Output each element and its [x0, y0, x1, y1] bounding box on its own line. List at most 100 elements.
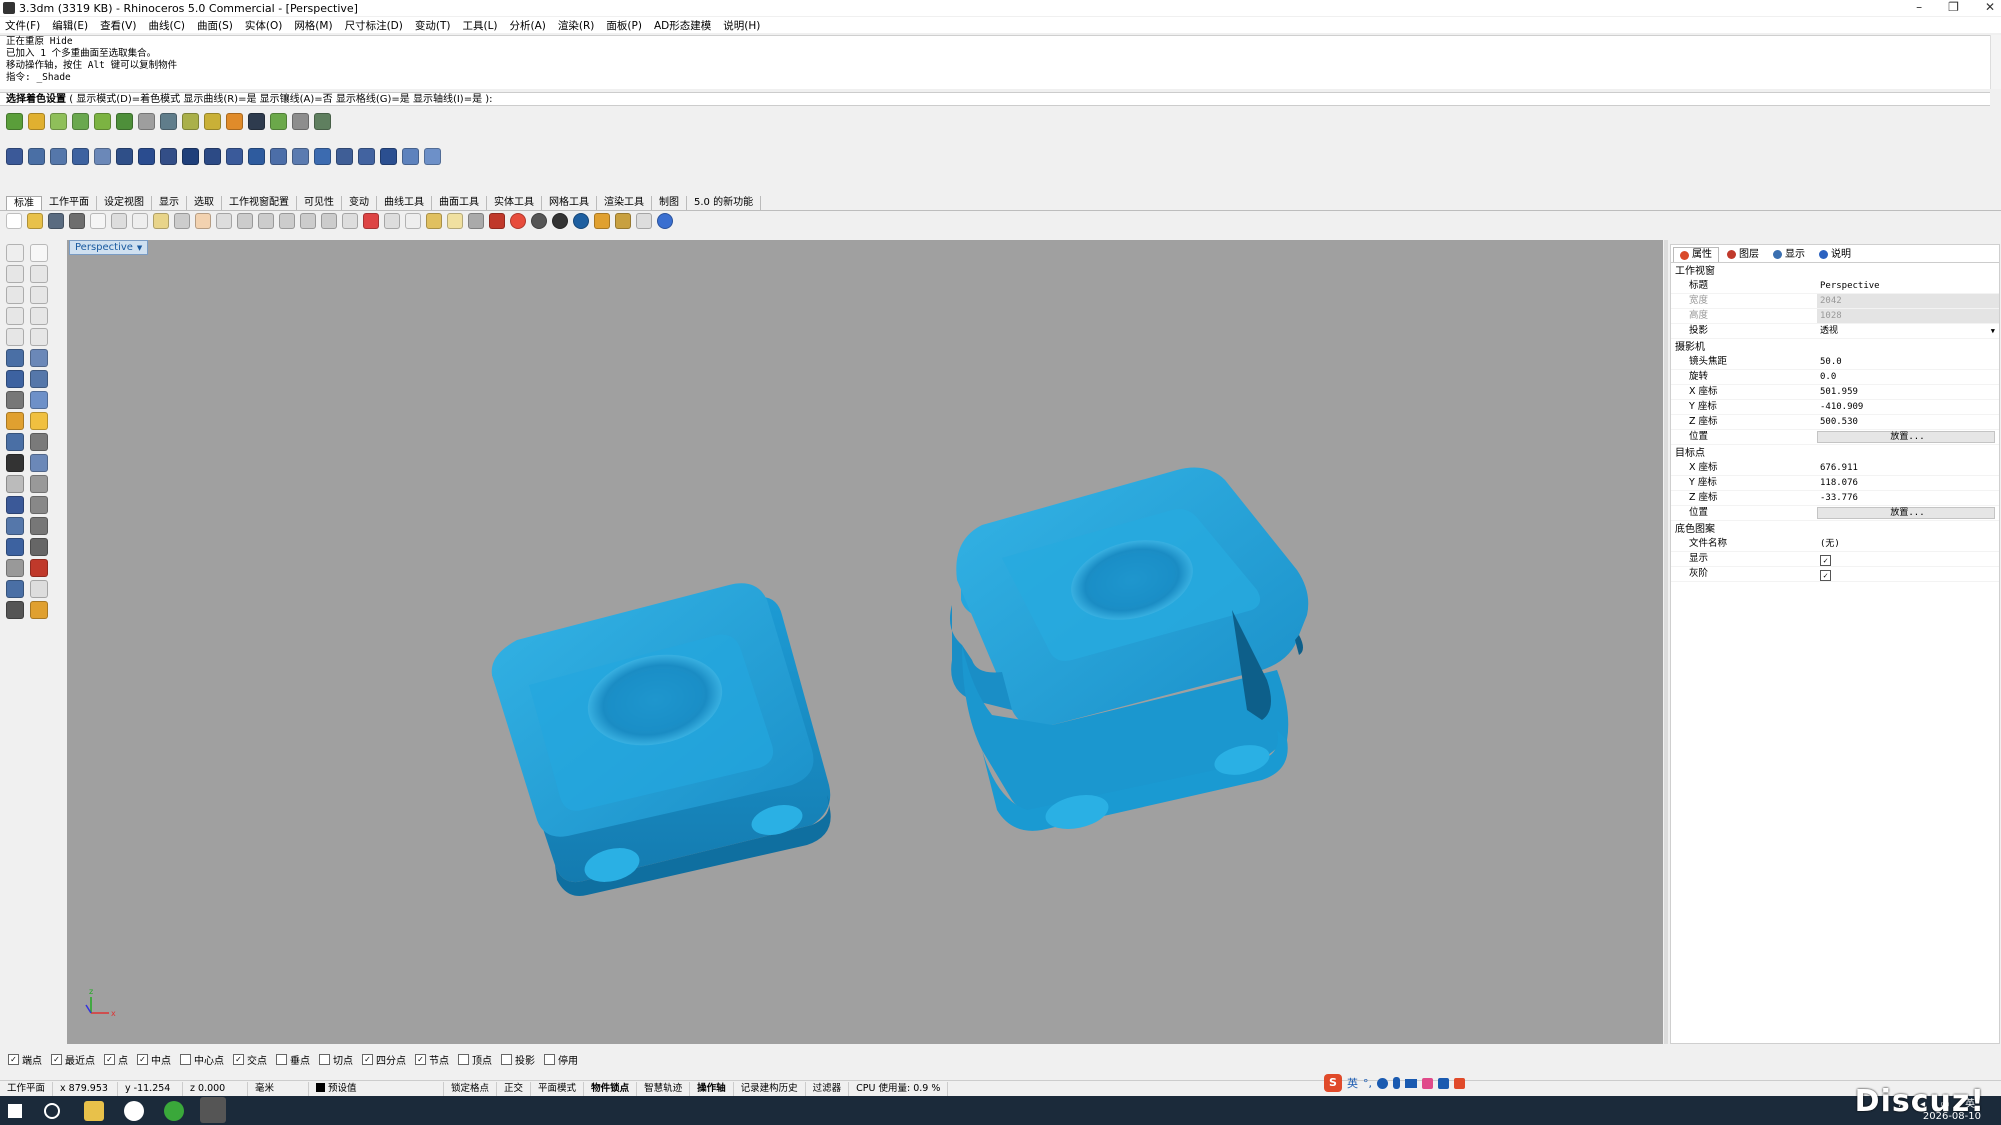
array-icon[interactable]: [6, 517, 24, 535]
tab-help-panel[interactable]: 说明: [1813, 247, 1857, 262]
menu-render[interactable]: 渲染(R): [558, 18, 595, 33]
project-icon[interactable]: [30, 475, 48, 493]
osnap-option[interactable]: ✓ 四分点: [362, 1052, 406, 1067]
tool-icon[interactable]: [72, 113, 89, 130]
move-view-icon[interactable]: [216, 213, 232, 229]
camera-x-field[interactable]: 501.959: [1817, 385, 1999, 399]
grid-icon[interactable]: [6, 559, 24, 577]
osnap-checkbox[interactable]: ✓: [8, 1053, 19, 1065]
color-icon[interactable]: [510, 213, 526, 229]
tool-icon[interactable]: [314, 113, 331, 130]
lock-icon[interactable]: [468, 213, 484, 229]
tab-set-view[interactable]: 设定视图: [97, 196, 152, 210]
osnap-option[interactable]: ✓ 交点: [233, 1052, 267, 1067]
ellipse-icon[interactable]: [6, 328, 24, 346]
tool-icon[interactable]: [182, 113, 199, 130]
browser-icon[interactable]: [164, 1101, 184, 1121]
tool-icon[interactable]: [160, 148, 177, 165]
fillet-curve-icon[interactable]: [30, 328, 48, 346]
check-icon[interactable]: [30, 580, 48, 598]
text-icon[interactable]: [6, 496, 24, 514]
tab-mesh-tools[interactable]: 网格工具: [542, 196, 597, 210]
scale-icon[interactable]: [30, 496, 48, 514]
osnap-option[interactable]: 中心点: [180, 1052, 224, 1067]
tool-icon[interactable]: [336, 148, 353, 165]
osnap-checkbox[interactable]: ✓: [415, 1053, 426, 1065]
tab-display-panel[interactable]: 显示: [1767, 247, 1811, 262]
tab-transform[interactable]: 变动: [342, 196, 377, 210]
zoom-selected-icon[interactable]: [300, 213, 316, 229]
named-view-icon[interactable]: [384, 213, 400, 229]
fillet-edge-icon[interactable]: [30, 391, 48, 409]
boolean-icon[interactable]: [30, 370, 48, 388]
osnap-checkbox[interactable]: [544, 1053, 555, 1065]
status-layer[interactable]: 预设值: [309, 1081, 445, 1096]
osnap-option[interactable]: 投影: [501, 1052, 535, 1067]
tool-icon[interactable]: [204, 113, 221, 130]
dimension-icon[interactable]: [30, 538, 48, 556]
projection-select[interactable]: 透视 ▼: [1817, 324, 1999, 338]
tab-drafting[interactable]: 制图: [652, 196, 687, 210]
tab-layers[interactable]: 图层: [1721, 247, 1765, 262]
camera-y-field[interactable]: -410.909: [1817, 400, 1999, 414]
menu-file[interactable]: 文件(F): [5, 18, 40, 33]
light-icon[interactable]: [447, 213, 463, 229]
target-z-field[interactable]: -33.776: [1817, 491, 1999, 505]
curve-icon[interactable]: [30, 265, 48, 283]
tab-display[interactable]: 显示: [152, 196, 187, 210]
points-icon[interactable]: [426, 213, 442, 229]
extrude-icon[interactable]: [6, 391, 24, 409]
join-icon[interactable]: [6, 454, 24, 472]
shade-icon[interactable]: [531, 213, 547, 229]
microphone-icon[interactable]: [1393, 1077, 1400, 1089]
print-icon[interactable]: [69, 213, 85, 229]
right-cap-model[interactable]: [949, 467, 1309, 835]
tool-icon[interactable]: [204, 148, 221, 165]
restore-button[interactable]: ❐: [1948, 0, 1959, 14]
minimize-button[interactable]: –: [1916, 0, 1922, 14]
select-arrow-icon[interactable]: [6, 244, 24, 262]
status-planar[interactable]: 平面模式: [531, 1081, 585, 1096]
copy-icon[interactable]: [132, 213, 148, 229]
status-filter[interactable]: 过滤器: [806, 1081, 850, 1096]
undo-icon[interactable]: [174, 213, 190, 229]
arc-icon[interactable]: [30, 286, 48, 304]
options-icon[interactable]: [615, 213, 631, 229]
chevron-down-icon[interactable]: ▼: [1991, 324, 1995, 338]
menu-analyze[interactable]: 分析(A): [510, 18, 546, 33]
tool-icon[interactable]: [226, 113, 243, 130]
circle-icon[interactable]: [6, 286, 24, 304]
tool-icon[interactable]: [116, 113, 133, 130]
perspective-viewport[interactable]: x z: [67, 240, 1663, 1044]
menu-surface[interactable]: 曲面(S): [197, 18, 233, 33]
camera-z-field[interactable]: 500.530: [1817, 415, 1999, 429]
sogou-icon[interactable]: S: [1324, 1074, 1342, 1092]
search-icon[interactable]: [44, 1103, 60, 1119]
status-grid-snap[interactable]: 锁定格点: [444, 1081, 498, 1096]
rhino-taskbar-icon[interactable]: [200, 1097, 226, 1123]
emoji-icon[interactable]: [1377, 1077, 1388, 1089]
close-button[interactable]: ✕: [1985, 0, 1995, 14]
tool-icon[interactable]: [292, 148, 309, 165]
lens-length-field[interactable]: 50.0: [1817, 355, 1999, 369]
tool-icon[interactable]: [270, 148, 287, 165]
menu-tools[interactable]: 工具(L): [462, 18, 497, 33]
osnap-option[interactable]: ✓ 中点: [137, 1052, 171, 1067]
status-cplane[interactable]: 工作平面: [0, 1081, 54, 1096]
file-explorer-icon[interactable]: [84, 1101, 104, 1121]
osnap-option[interactable]: 切点: [319, 1052, 353, 1067]
tab-surface-tools[interactable]: 曲面工具: [432, 196, 487, 210]
menu-edit[interactable]: 编辑(E): [52, 18, 88, 33]
tool-icon[interactable]: [50, 148, 67, 165]
offset-icon[interactable]: [6, 475, 24, 493]
viewport-layout-icon[interactable]: [342, 213, 358, 229]
camera-place-button[interactable]: 放置...: [1817, 431, 1995, 443]
wallpaper-filename-field[interactable]: (无): [1817, 537, 1999, 551]
punctuation-icon[interactable]: °,: [1363, 1077, 1372, 1090]
zoom-extents-icon[interactable]: [279, 213, 295, 229]
box-icon[interactable]: [6, 370, 24, 388]
tool-icon[interactable]: [314, 148, 331, 165]
surface-icon[interactable]: [6, 349, 24, 367]
osnap-checkbox[interactable]: [180, 1053, 191, 1065]
tab-cplanes[interactable]: 工作平面: [42, 196, 97, 210]
